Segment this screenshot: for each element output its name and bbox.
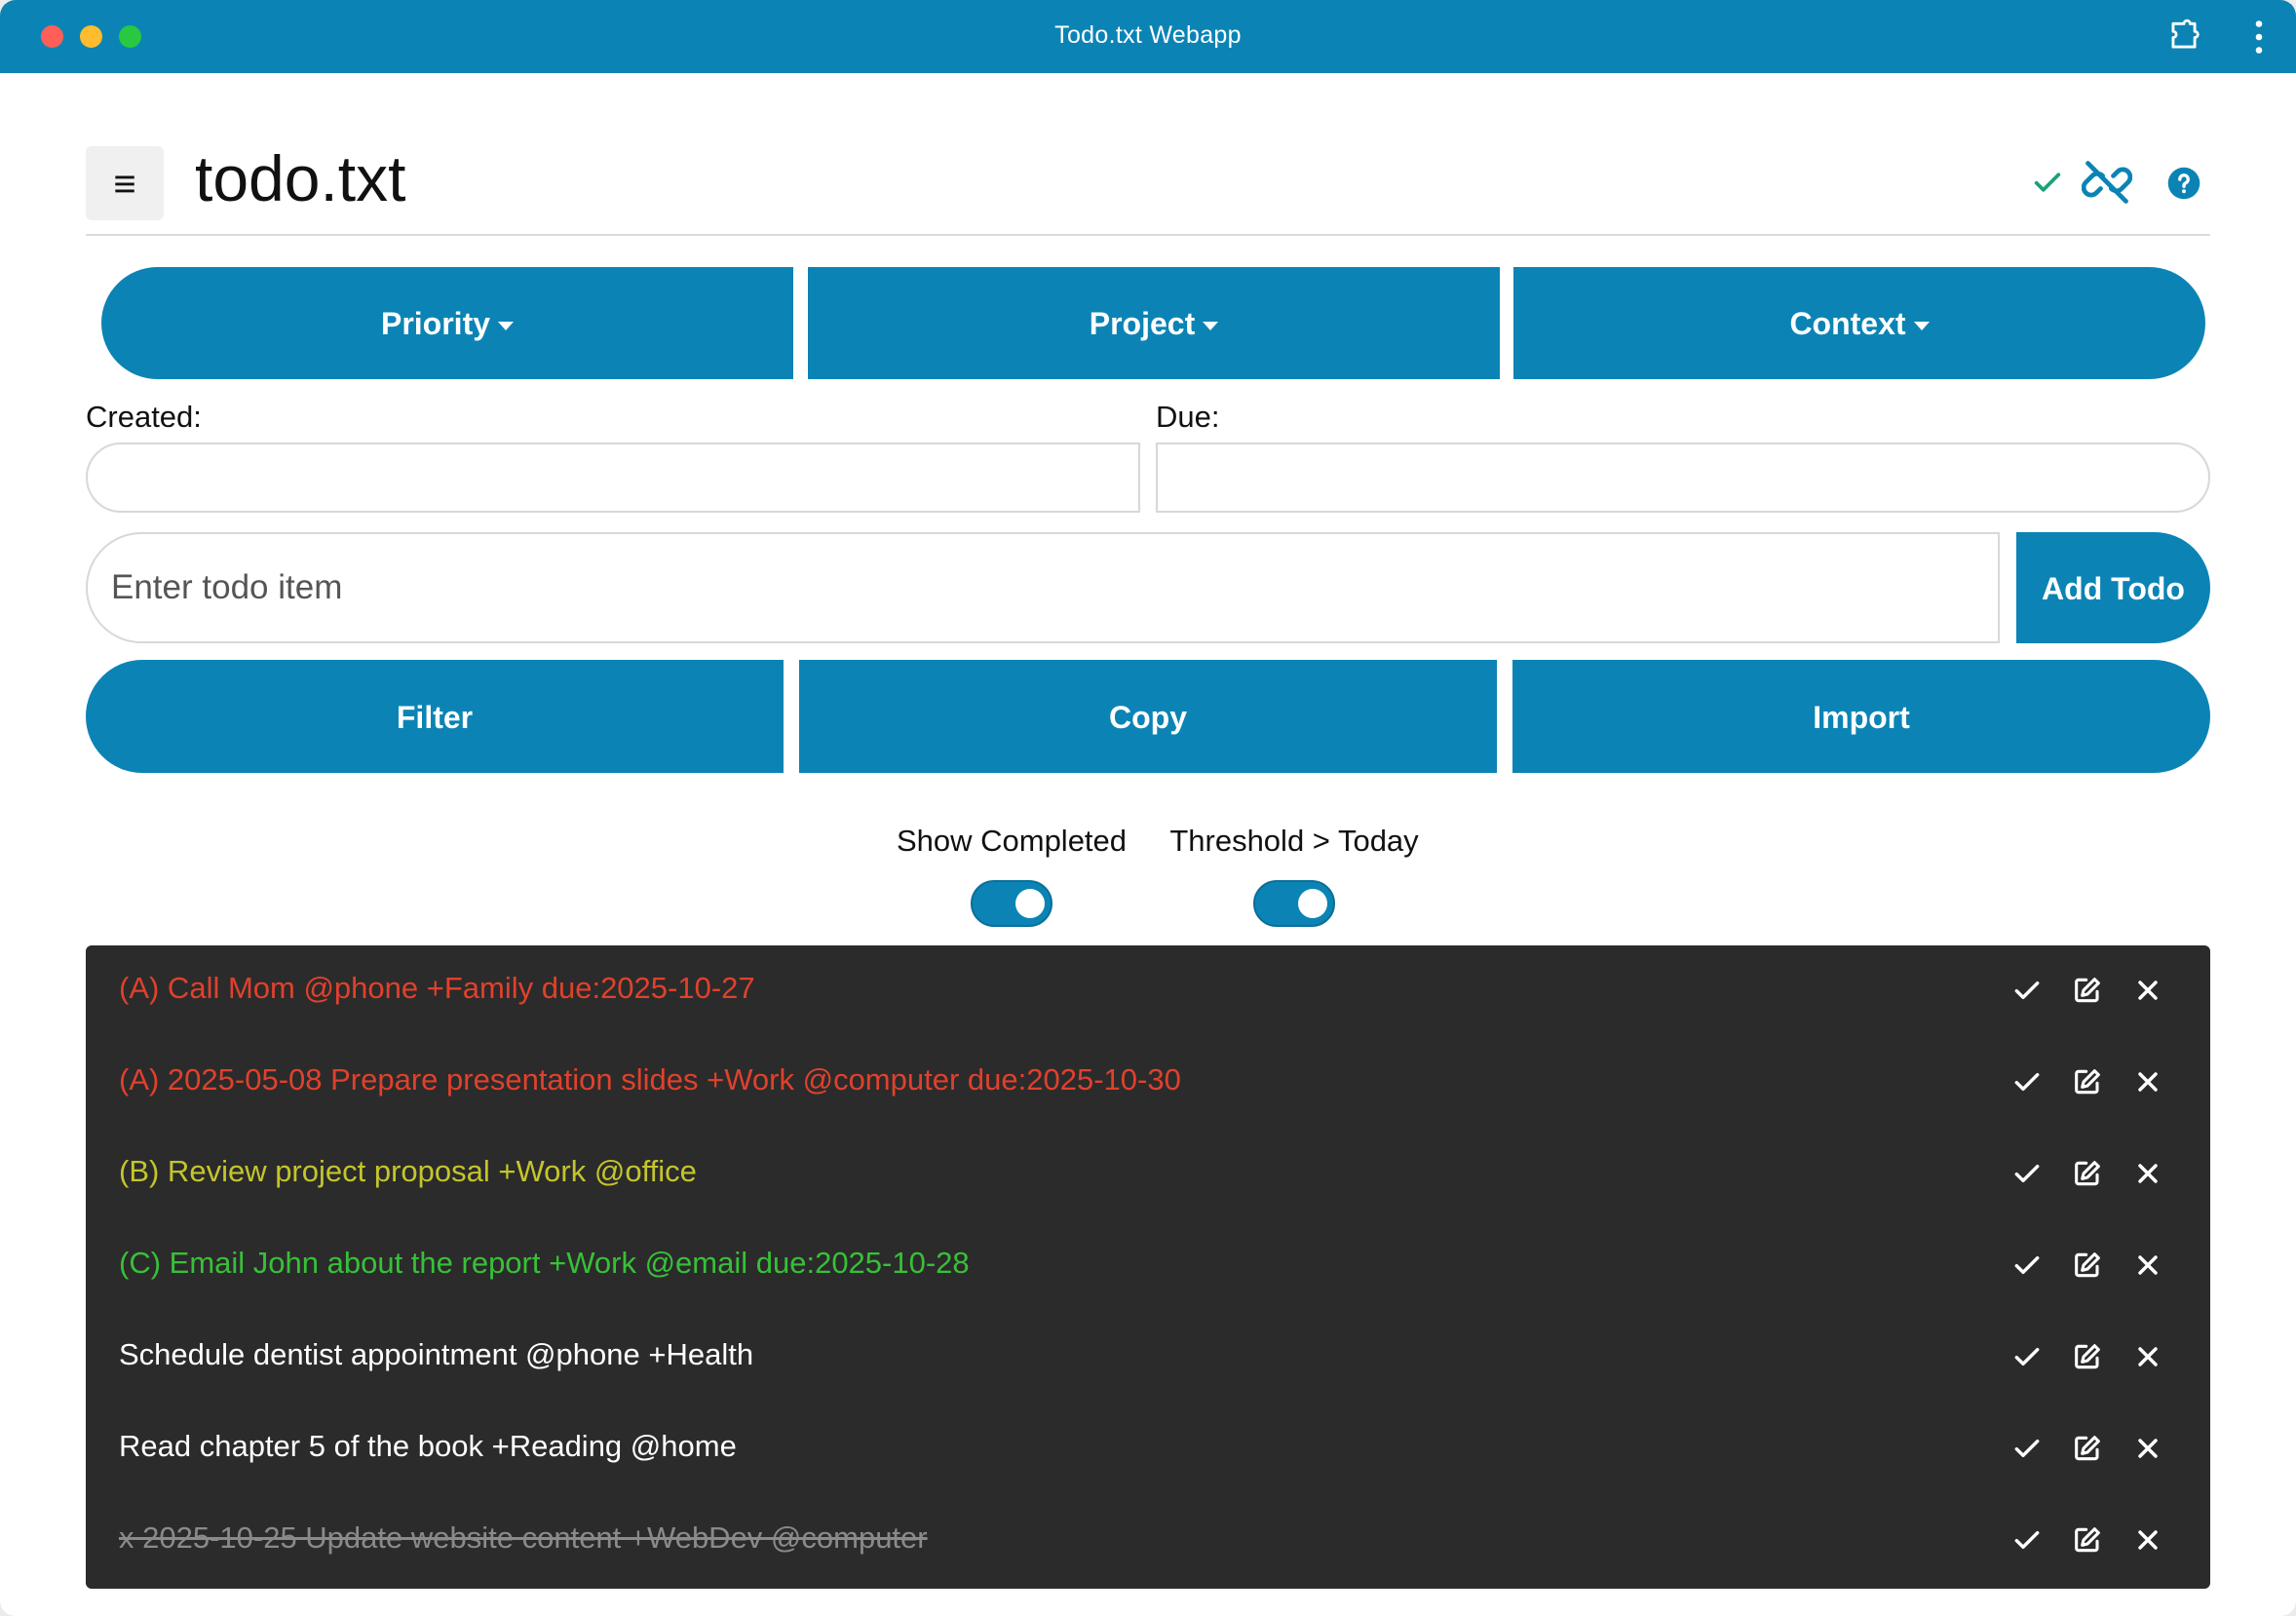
switch-knob [1015,889,1045,918]
todo-text[interactable]: (A) Call Mom @phone +Family due:2025-10-… [119,971,755,1006]
due-label: Due: [1156,400,1220,434]
delete-x-icon[interactable] [2132,1158,2163,1189]
project-dropdown[interactable]: Project [808,267,1500,379]
threshold-label: Threshold > Today [1169,824,1419,858]
unlink-icon[interactable] [2082,157,2132,208]
show-completed-switch[interactable] [971,880,1052,927]
project-dropdown-label: Project [1089,306,1196,341]
import-button[interactable]: Import [1512,660,2210,773]
delete-x-icon[interactable] [2132,1250,2163,1281]
todo-list: (A) Call Mom @phone +Family due:2025-10-… [86,945,2210,1589]
title-bar: Todo.txt Webapp [0,0,2296,73]
complete-check-icon[interactable] [2011,1524,2043,1556]
todo-row: Read chapter 5 of the book +Reading @hom… [86,1404,2210,1495]
show-completed-toggle-group: Show Completed [875,824,1148,932]
complete-check-icon[interactable] [2011,1066,2043,1097]
context-dropdown[interactable]: Context [1513,267,2205,379]
todo-actions [2011,975,2187,1010]
page-title: todo.txt [195,142,406,214]
complete-check-icon[interactable] [2011,1158,2043,1189]
extension-icon[interactable] [2165,18,2202,55]
created-label: Created: [86,400,202,434]
complete-check-icon[interactable] [2011,1341,2043,1372]
todo-text[interactable]: (C) Email John about the report +Work @e… [119,1246,970,1281]
threshold-toggle-group: Threshold > Today [1158,824,1431,932]
threshold-switch[interactable] [1253,880,1335,927]
todo-row: Schedule dentist appointment @phone +Hea… [86,1312,2210,1404]
todo-actions [2011,1524,2187,1559]
menu-button[interactable]: ≡ [86,146,164,220]
caret-down-icon [1913,322,1930,331]
more-options-icon[interactable] [2253,19,2265,55]
created-date-input[interactable] [86,442,1140,513]
todo-actions [2011,1433,2187,1468]
todo-text[interactable]: (B) Review project proposal +Work @offic… [119,1154,697,1189]
delete-x-icon[interactable] [2132,1524,2163,1556]
todo-row: (C) Email John about the report +Work @e… [86,1220,2210,1312]
caret-down-icon [498,322,515,331]
complete-check-icon[interactable] [2011,1433,2043,1464]
delete-x-icon[interactable] [2132,1341,2163,1372]
todo-actions [2011,1066,2187,1101]
header-divider [86,234,2210,236]
help-icon[interactable] [2167,167,2200,200]
filter-button[interactable]: Filter [86,660,784,773]
todo-actions [2011,1158,2187,1193]
priority-dropdown[interactable]: Priority [101,267,793,379]
add-todo-button[interactable]: Add Todo [2016,532,2210,643]
todo-text[interactable]: x 2025-10-25 Update website content +Web… [119,1520,928,1556]
edit-icon[interactable] [2072,1524,2103,1556]
show-completed-label: Show Completed [896,824,1128,858]
delete-x-icon[interactable] [2132,1066,2163,1097]
todo-row: (A) Call Mom @phone +Family due:2025-10-… [86,945,2210,1037]
delete-x-icon[interactable] [2132,1433,2163,1464]
edit-icon[interactable] [2072,975,2103,1006]
todo-text[interactable]: Read chapter 5 of the book +Reading @hom… [119,1429,737,1464]
copy-button[interactable]: Copy [799,660,1497,773]
complete-check-icon[interactable] [2011,1250,2043,1281]
switch-knob [1298,889,1327,918]
priority-dropdown-label: Priority [380,306,491,341]
edit-icon[interactable] [2072,1250,2103,1281]
app-window: Todo.txt Webapp ≡ todo.txt Priority Proj… [0,0,2296,1616]
todo-text[interactable]: (A) 2025-05-08 Prepare presentation slid… [119,1062,1181,1097]
due-date-input[interactable] [1156,442,2210,513]
edit-icon[interactable] [2072,1158,2103,1189]
window-title: Todo.txt Webapp [1054,21,1242,49]
delete-x-icon[interactable] [2132,975,2163,1006]
check-icon[interactable] [2031,166,2064,199]
todo-row: (B) Review project proposal +Work @offic… [86,1129,2210,1220]
caret-down-icon [1203,322,1219,331]
todo-actions [2011,1341,2187,1376]
todo-item-input[interactable] [86,532,2000,643]
edit-icon[interactable] [2072,1341,2103,1372]
todo-row: x 2025-10-25 Update website content +Web… [86,1495,2210,1587]
complete-check-icon[interactable] [2011,975,2043,1006]
edit-icon[interactable] [2072,1066,2103,1097]
todo-text[interactable]: Schedule dentist appointment @phone +Hea… [119,1337,753,1372]
context-dropdown-label: Context [1789,306,1906,341]
edit-icon[interactable] [2072,1433,2103,1464]
todo-row: (A) 2025-05-08 Prepare presentation slid… [86,1037,2210,1129]
todo-actions [2011,1250,2187,1285]
